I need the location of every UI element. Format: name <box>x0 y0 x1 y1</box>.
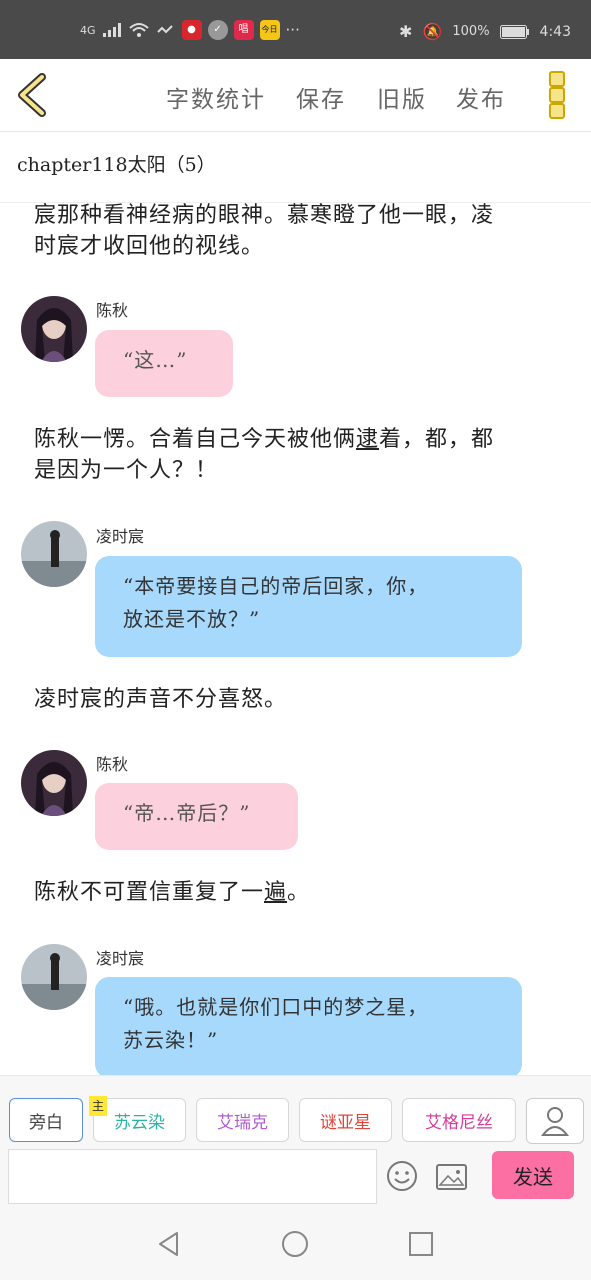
avatar-chenqiu[interactable] <box>21 750 87 816</box>
more-notifications-icon: ··· <box>285 21 300 39</box>
more-button[interactable] <box>549 71 567 119</box>
narration-line: 陈秋一愣。合着自己今天被他俩逮着，都，都 <box>34 424 564 455</box>
narration-line: 宸那种看神经病的眼神。慕寒瞪了他一眼，凌 <box>34 203 495 228</box>
user-icon <box>540 1107 570 1136</box>
narration[interactable]: 宸那种看神经病的眼神。慕寒瞪了他一眼，凌 时宸才收回他的视线。 <box>34 203 564 262</box>
old-version-button[interactable]: 旧版 <box>377 80 427 114</box>
status-bar: 4G ● ✓ 唱 今日 ··· ✱ 🔕 100% 4:43 <box>0 0 591 59</box>
back-button[interactable] <box>14 73 54 117</box>
narration-line: 是因为一个人？！ <box>34 458 219 483</box>
avatar-lingshichen[interactable] <box>21 521 87 587</box>
editor-toolbar: 字数统计 保存 旧版 发布 <box>0 59 591 132</box>
save-button[interactable]: 保存 <box>296 80 346 114</box>
message-bubble[interactable]: “本帝要接自己的帝后回家，你， 放还是不放？” <box>95 556 522 657</box>
narration-text: 陈秋不可置信重复了一 <box>34 880 265 905</box>
avatar-lingshichen[interactable] <box>21 944 87 1010</box>
signal-icon <box>102 23 121 37</box>
composer-panel: 旁白 苏云染 主 艾瑞克 谜亚星 艾格尼丝 发送 <box>0 1075 591 1206</box>
speaker-name: 凌时宸 <box>96 527 145 546</box>
emoji-icon <box>387 1161 417 1191</box>
role-miyaxing-button[interactable]: 谜亚星 <box>299 1098 392 1142</box>
bluetooth-icon: ✱ <box>399 22 413 41</box>
wifi-icon <box>128 23 149 37</box>
main-role-badge: 主 <box>89 1096 107 1116</box>
avatar-image <box>21 296 87 362</box>
battery-percent: 100% <box>452 24 490 39</box>
narration-line: 陈秋不可置信重复了一遍。 <box>34 877 564 908</box>
character-manage-button[interactable] <box>526 1098 584 1144</box>
back-icon <box>18 73 46 117</box>
nav-back-icon[interactable] <box>155 1230 183 1258</box>
narration-line: 时宸才收回他的视线。 <box>34 234 265 259</box>
message-bubble[interactable]: “这…” <box>95 330 233 397</box>
message-text: 苏云染！” <box>123 1028 219 1052</box>
role-label: 旁白 <box>29 1112 63 1133</box>
message-input[interactable] <box>8 1149 377 1204</box>
recorder-icon: ● <box>181 20 202 40</box>
role-label: 艾格尼丝 <box>425 1112 493 1133</box>
message-bubble[interactable]: “哦。也就是你们口中的梦之星， 苏云染！” <box>95 977 522 1075</box>
speaker-name: 凌时宸 <box>96 949 145 968</box>
narration-line: 凌时宸的声音不分喜怒。 <box>34 687 288 712</box>
speaker-name: 陈秋 <box>96 301 129 320</box>
system-nav-bar <box>0 1205 591 1280</box>
message-text: “哦。也就是你们口中的梦之星， <box>123 995 429 1019</box>
narration-text: 遍 <box>264 880 288 905</box>
more-icon-dot <box>549 103 565 119</box>
narration-text: 。 <box>287 880 311 905</box>
more-icon-dot <box>549 87 565 103</box>
battery-icon <box>499 24 529 39</box>
message-text: 放还是不放？” <box>123 607 261 631</box>
message-text: “本帝要接自己的帝后回家，你， <box>123 574 429 598</box>
role-aside-button[interactable]: 旁白 <box>9 1098 83 1142</box>
status-left: 4G ● ✓ 唱 今日 ··· <box>80 20 300 40</box>
narration-text: 陈秋一愣。合着自己今天被他俩 <box>34 427 357 452</box>
news-app-icon: 今日 <box>259 20 280 40</box>
mute-icon: 🔕 <box>422 22 443 41</box>
avatar-chenqiu[interactable] <box>21 296 87 362</box>
nav-home-icon[interactable] <box>281 1230 309 1258</box>
narration[interactable]: 陈秋不可置信重复了一遍。 <box>34 877 564 908</box>
message-bubble[interactable]: “帝…帝后？” <box>95 783 298 850</box>
role-label: 苏云染 <box>114 1112 165 1133</box>
clock: 4:43 <box>539 23 571 40</box>
narration[interactable]: 凌时宸的声音不分喜怒。 <box>34 684 564 715</box>
role-airuike-button[interactable]: 艾瑞克 <box>196 1098 289 1142</box>
narration-text: 逮 <box>356 427 380 452</box>
story-content[interactable]: 宸那种看神经病的眼神。慕寒瞪了他一眼，凌 时宸才收回他的视线。 陈秋 “这…” … <box>0 203 591 1075</box>
image-icon <box>436 1164 467 1190</box>
send-label: 发送 <box>513 1164 553 1189</box>
role-label: 艾瑞克 <box>217 1112 268 1133</box>
message-text: “帝…帝后？” <box>123 801 251 825</box>
publish-button[interactable]: 发布 <box>456 80 506 114</box>
nav-recent-icon[interactable] <box>407 1230 435 1258</box>
narration-text: 着，都，都 <box>379 427 495 452</box>
speaker-name: 陈秋 <box>96 755 129 774</box>
status-right: ✱ 🔕 100% 4:43 <box>399 22 571 41</box>
chapter-title: chapter118太阳（5） <box>17 154 216 176</box>
avatar-image <box>21 750 87 816</box>
send-button[interactable]: 发送 <box>492 1151 574 1199</box>
avatar-image <box>21 944 87 1010</box>
emoji-button[interactable] <box>386 1160 418 1192</box>
narration[interactable]: 陈秋一愣。合着自己今天被他俩逮着，都，都 是因为一个人？！ <box>34 424 564 486</box>
shield-icon: ✓ <box>207 20 228 40</box>
missed-call-icon <box>156 25 173 34</box>
music-app-icon: 唱 <box>233 20 254 40</box>
role-aigenisi-button[interactable]: 艾格尼丝 <box>402 1098 516 1142</box>
role-label: 谜亚星 <box>320 1112 371 1133</box>
network-label: 4G <box>80 23 96 37</box>
more-icon-dot <box>549 71 565 87</box>
avatar-image <box>21 521 87 587</box>
message-text: “这…” <box>123 348 188 372</box>
image-button[interactable] <box>436 1164 467 1190</box>
word-count-button[interactable]: 字数统计 <box>166 80 266 114</box>
